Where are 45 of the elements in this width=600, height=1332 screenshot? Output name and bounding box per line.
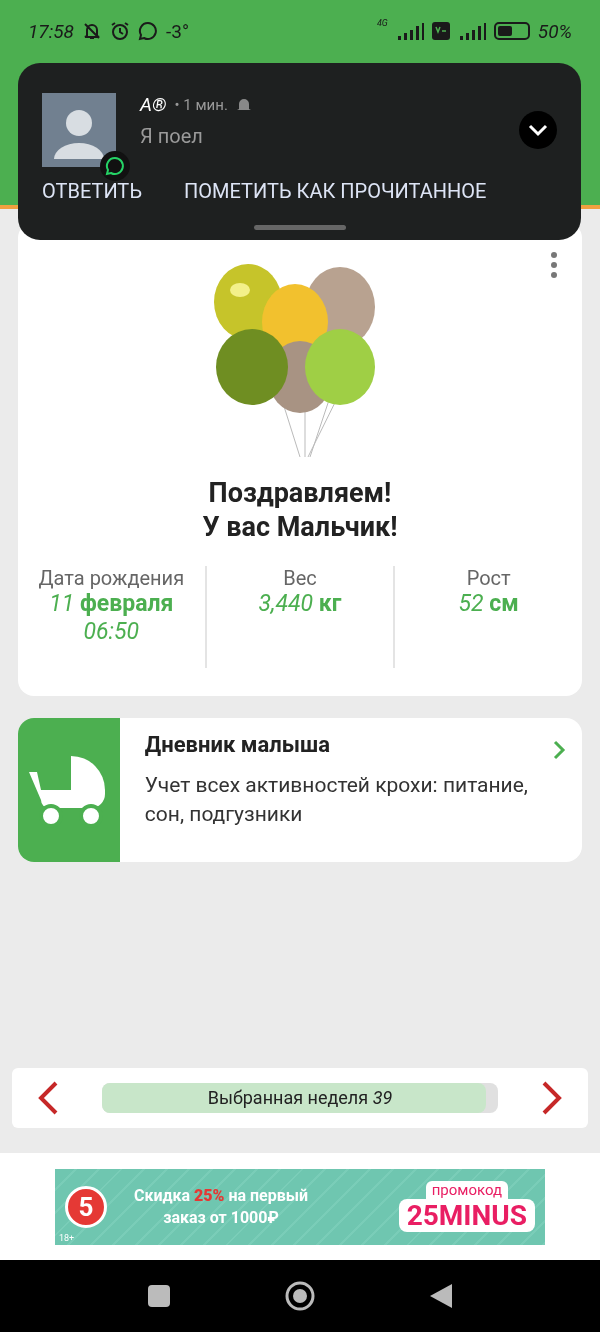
notification-message: Я поел xyxy=(140,124,204,148)
expand-icon[interactable] xyxy=(519,111,557,149)
notification-action[interactable]: ПОМЕТИТЬ КАК ПРОЧИТАННОЕ xyxy=(184,179,487,203)
signal-icon xyxy=(395,22,424,40)
promo-label: промокод xyxy=(425,1181,509,1199)
notification-card[interactable]: A® • 1 мин. Я поел ОТВЕТИТЬ ПОМЕТИТЬ КАК ПРОЧИТАННОЕ xyxy=(18,63,581,240)
stat-label: Рост xyxy=(466,566,511,590)
chat-bubble-icon xyxy=(100,151,130,181)
stat-label: Дата рождения xyxy=(38,566,185,590)
notification-action[interactable]: ОТВЕТИТЬ xyxy=(42,179,142,203)
home-icon[interactable] xyxy=(285,1281,315,1311)
stat-value: 11 февраля xyxy=(49,590,174,618)
stat-value: 3,440 кг xyxy=(258,590,342,618)
age-rating: 18+ xyxy=(59,1232,75,1243)
clock: 17:58 xyxy=(28,19,74,43)
promo-code: 25MINUS xyxy=(398,1199,535,1232)
stat-value: 06:50 xyxy=(83,618,140,646)
ad-banner[interactable]: 5 Скидка 25% на первый заказ от 1000₽ промокод 25MINUS 18+ xyxy=(55,1168,545,1245)
congrats-title: Поздравляем! xyxy=(207,476,393,510)
battery-icon xyxy=(493,22,530,40)
back-icon[interactable] xyxy=(430,1284,453,1308)
temperature: -3° xyxy=(166,19,189,43)
bell-icon xyxy=(235,96,252,113)
notification-sender: A® xyxy=(140,93,167,116)
diary-description: Учет всех активностей крохи: питание, сон, подгузники xyxy=(144,772,529,828)
network-type: 4G xyxy=(376,18,388,28)
congrats-title: У вас Мальчик! xyxy=(202,510,398,544)
more-icon[interactable] xyxy=(550,252,558,278)
battery-percent: 50% xyxy=(537,19,572,43)
store-logo: 5 xyxy=(65,1185,107,1228)
chevron-right-icon xyxy=(552,740,566,760)
diary-title: Дневник малыша xyxy=(144,732,331,757)
volte-icon xyxy=(431,22,450,40)
recents-icon[interactable] xyxy=(147,1285,170,1307)
stat-value: 52 см xyxy=(458,590,519,618)
notification-time: • 1 мин. xyxy=(174,95,228,114)
signal-icon xyxy=(457,22,486,40)
week-label: Выбранная неделя 39 xyxy=(206,1087,394,1108)
muted-bell-icon xyxy=(82,21,102,41)
drag-handle[interactable] xyxy=(254,225,346,230)
diary-card[interactable]: Дневник малыша Учет всех активностей крохи: питание, сон, подгузники xyxy=(18,718,582,862)
alarm-clock-icon xyxy=(110,21,130,41)
chat-bubble-icon xyxy=(138,21,158,41)
ad-text: Скидка 25% на первый заказ от 1000₽ xyxy=(132,1184,310,1229)
stat-label: Вес xyxy=(283,566,317,590)
